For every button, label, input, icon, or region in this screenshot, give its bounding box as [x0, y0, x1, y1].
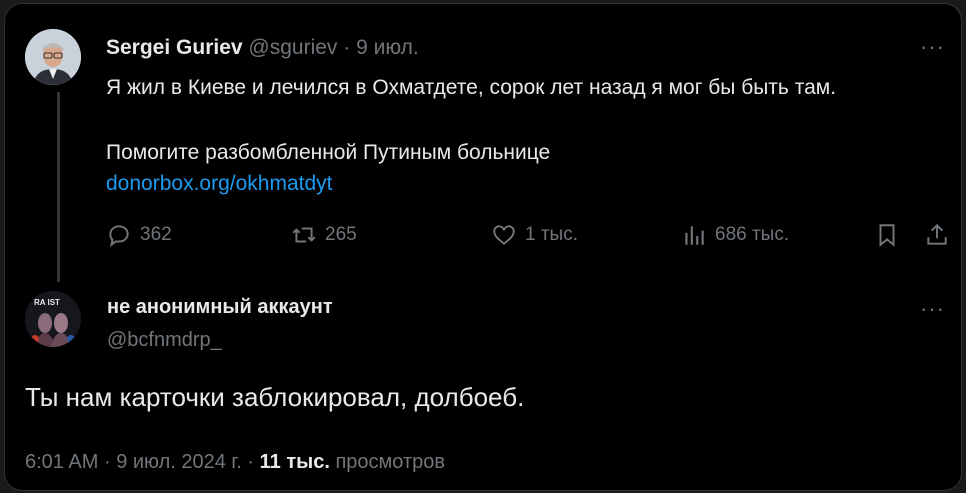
meta-separator-2: ·	[247, 451, 255, 473]
author-handle[interactable]: @sguriev	[248, 36, 337, 59]
share-icon	[927, 223, 947, 245]
tweet-text-line-2: Помогите разбомбленной Путиным больнице	[106, 141, 551, 164]
views-button[interactable]: 686 тыс.	[681, 222, 789, 248]
author-avatar[interactable]	[25, 29, 81, 85]
meta-separator-1: ·	[103, 451, 111, 473]
reply-author-handle[interactable]: @bcfnmdrp_	[107, 329, 222, 352]
reply-icon	[109, 225, 129, 248]
retweet-count: 265	[325, 224, 357, 245]
tweet-text-line-1: Я жил в Киеве и лечился в Охматдете, сор…	[106, 76, 837, 99]
tweet-more-button[interactable]: ···	[920, 36, 945, 58]
tweet-date[interactable]: 9 июл.	[356, 36, 419, 59]
tweet-link[interactable]: donorbox.org/okhmatdyt	[106, 172, 332, 196]
share-button[interactable]	[924, 222, 950, 248]
reply-views-label: просмотров	[335, 451, 446, 473]
reply-author-name[interactable]: не анонимный аккаунт	[107, 296, 333, 319]
reply-text: Ты нам карточки заблокировал, долбоеб.	[25, 382, 525, 412]
reply-count: 362	[140, 224, 172, 245]
reply-time[interactable]: 6:01 AM	[25, 451, 98, 473]
views-count: 686 тыс.	[715, 224, 790, 245]
bookmark-button[interactable]	[874, 222, 900, 248]
reply-author-avatar[interactable]: RA IST	[25, 291, 81, 347]
author-name[interactable]: Sergei Guriev	[106, 36, 243, 59]
reply-meta: 6:01 AM · 9 июл. 2024 г. · 11 тыс. просм…	[25, 451, 445, 474]
views-icon	[685, 226, 704, 245]
tweet-header: Sergei Guriev @sguriev · 9 июл.	[106, 36, 419, 60]
tweet-actions: 362 265 1 тыс. 686 тыс.	[106, 222, 947, 250]
header-separator: ·	[343, 36, 351, 59]
reply-avatar-text: RA IST	[34, 298, 60, 307]
like-button[interactable]: 1 тыс.	[491, 222, 578, 248]
retweet-button[interactable]: 265	[291, 222, 357, 248]
thread-connector-line	[57, 92, 60, 282]
like-count: 1 тыс.	[525, 224, 578, 245]
reply-button[interactable]: 362	[106, 222, 172, 248]
bookmark-icon	[879, 224, 895, 247]
reply-date[interactable]: 9 июл. 2024 г.	[116, 451, 242, 473]
reply-more-button[interactable]: ···	[920, 298, 945, 320]
tweet-thread-card: Sergei Guriev @sguriev · 9 июл. ··· Я жи…	[4, 3, 962, 491]
retweet-icon	[292, 227, 316, 243]
like-icon	[493, 225, 515, 245]
reply-views-count: 11 тыс.	[259, 451, 330, 473]
